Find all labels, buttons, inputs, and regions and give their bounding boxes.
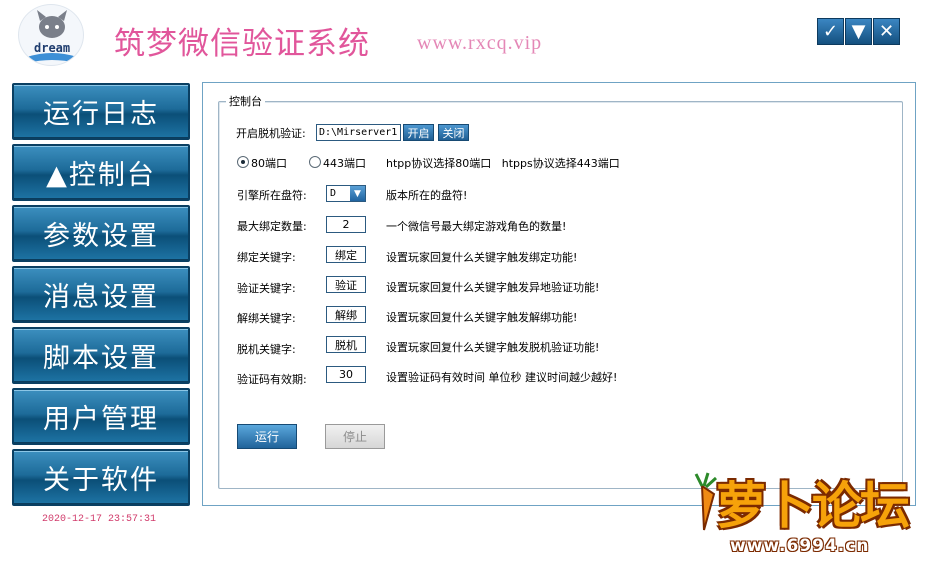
sidebar-item-scripts[interactable]: 脚本设置	[12, 327, 190, 384]
run-button[interactable]: 运行	[237, 424, 297, 449]
triangle-down-icon: ▼	[851, 21, 866, 42]
sidebar-item-label: 参数设置	[43, 221, 159, 252]
dream-logo: dream	[18, 4, 84, 66]
server-path-input[interactable]: D:\Mirserver1	[316, 124, 401, 141]
sidebar-item-run-log[interactable]: 运行日志	[12, 83, 190, 140]
minimize-button[interactable]: ▼	[845, 18, 872, 45]
verify-keyword-desc: 设置玩家回复什么关键字触发异地验证功能!	[386, 281, 600, 294]
port-80-label: 80端口	[251, 157, 287, 170]
offline-keyword-input[interactable]: 脱机	[326, 336, 366, 353]
offline-keyword-desc: 设置玩家回复什么关键字触发脱机验证功能!	[386, 341, 600, 354]
drive-select[interactable]: D ▼	[326, 185, 366, 202]
groupbox-title: 控制台	[226, 93, 265, 109]
sidebar-item-messages[interactable]: 消息设置	[12, 266, 190, 323]
code-ttl-input[interactable]: 30	[326, 366, 366, 383]
forum-watermark: 萝卜论坛 www.6994.cn	[680, 466, 916, 564]
chevron-down-icon: ▼	[350, 186, 365, 201]
sidebar-item-label: 用户管理	[43, 404, 159, 435]
drive-desc: 版本所在的盘符!	[386, 189, 468, 202]
checkmark-icon: ✓	[822, 21, 839, 42]
sidebar-item-label: ▲控制台	[46, 160, 156, 191]
close-button[interactable]: ✕	[873, 18, 900, 45]
logo-text: dream	[34, 41, 71, 55]
port-note: htpp协议选择80端口 htpps协议选择443端口	[386, 157, 620, 170]
drive-value: D	[330, 188, 337, 199]
drive-label: 引擎所在盘符:	[237, 189, 307, 202]
offline-keyword-label: 脱机关键字:	[237, 343, 296, 356]
bind-keyword-label: 绑定关键字:	[237, 251, 296, 264]
sidebar-item-about[interactable]: 关于软件	[12, 449, 190, 506]
app-url: www.rxcq.vip	[417, 32, 543, 54]
unbind-keyword-label: 解绑关键字:	[237, 312, 296, 325]
sidebar-item-users[interactable]: 用户管理	[12, 388, 190, 445]
offline-verify-label: 开启脱机验证:	[236, 127, 306, 140]
port-80-radio[interactable]	[237, 156, 249, 168]
code-ttl-desc: 设置验证码有效时间 单位秒 建议时间越少越好!	[386, 371, 618, 384]
close-icon: ✕	[878, 21, 895, 42]
confirm-button[interactable]: ✓	[817, 18, 844, 45]
max-bind-input[interactable]: 2	[326, 216, 366, 233]
sidebar-item-params[interactable]: 参数设置	[12, 205, 190, 262]
bind-keyword-desc: 设置玩家回复什么关键字触发绑定功能!	[386, 251, 578, 264]
clock-timestamp: 2020-12-17 23:57:31	[42, 514, 157, 525]
stop-button[interactable]: 停止	[325, 424, 385, 449]
verify-keyword-input[interactable]: 验证	[326, 276, 366, 293]
code-ttl-label: 验证码有效期:	[237, 373, 307, 386]
verify-keyword-label: 验证关键字:	[237, 282, 296, 295]
max-bind-desc: 一个微信号最大绑定游戏角色的数量!	[386, 220, 567, 233]
sidebar-item-label: 运行日志	[43, 99, 159, 130]
cat-mascot-icon	[27, 10, 77, 63]
watermark-url: www.6994.cn	[730, 536, 870, 556]
sidebar-item-label: 脚本设置	[43, 343, 159, 374]
port-443-label: 443端口	[323, 157, 366, 170]
sidebar-item-console[interactable]: ▲控制台	[12, 144, 190, 201]
app-title: 筑梦微信验证系统	[114, 26, 370, 62]
open-button[interactable]: 开启	[403, 124, 434, 141]
unbind-keyword-desc: 设置玩家回复什么关键字触发解绑功能!	[386, 311, 578, 324]
bind-keyword-input[interactable]: 绑定	[326, 246, 366, 263]
watermark-text: 萝卜论坛	[716, 477, 910, 535]
max-bind-label: 最大绑定数量:	[237, 220, 307, 233]
port-443-radio[interactable]	[309, 156, 321, 168]
close-offline-button[interactable]: 关闭	[438, 124, 469, 141]
unbind-keyword-input[interactable]: 解绑	[326, 306, 366, 323]
sidebar-item-label: 消息设置	[43, 282, 159, 313]
sidebar-item-label: 关于软件	[43, 465, 159, 496]
